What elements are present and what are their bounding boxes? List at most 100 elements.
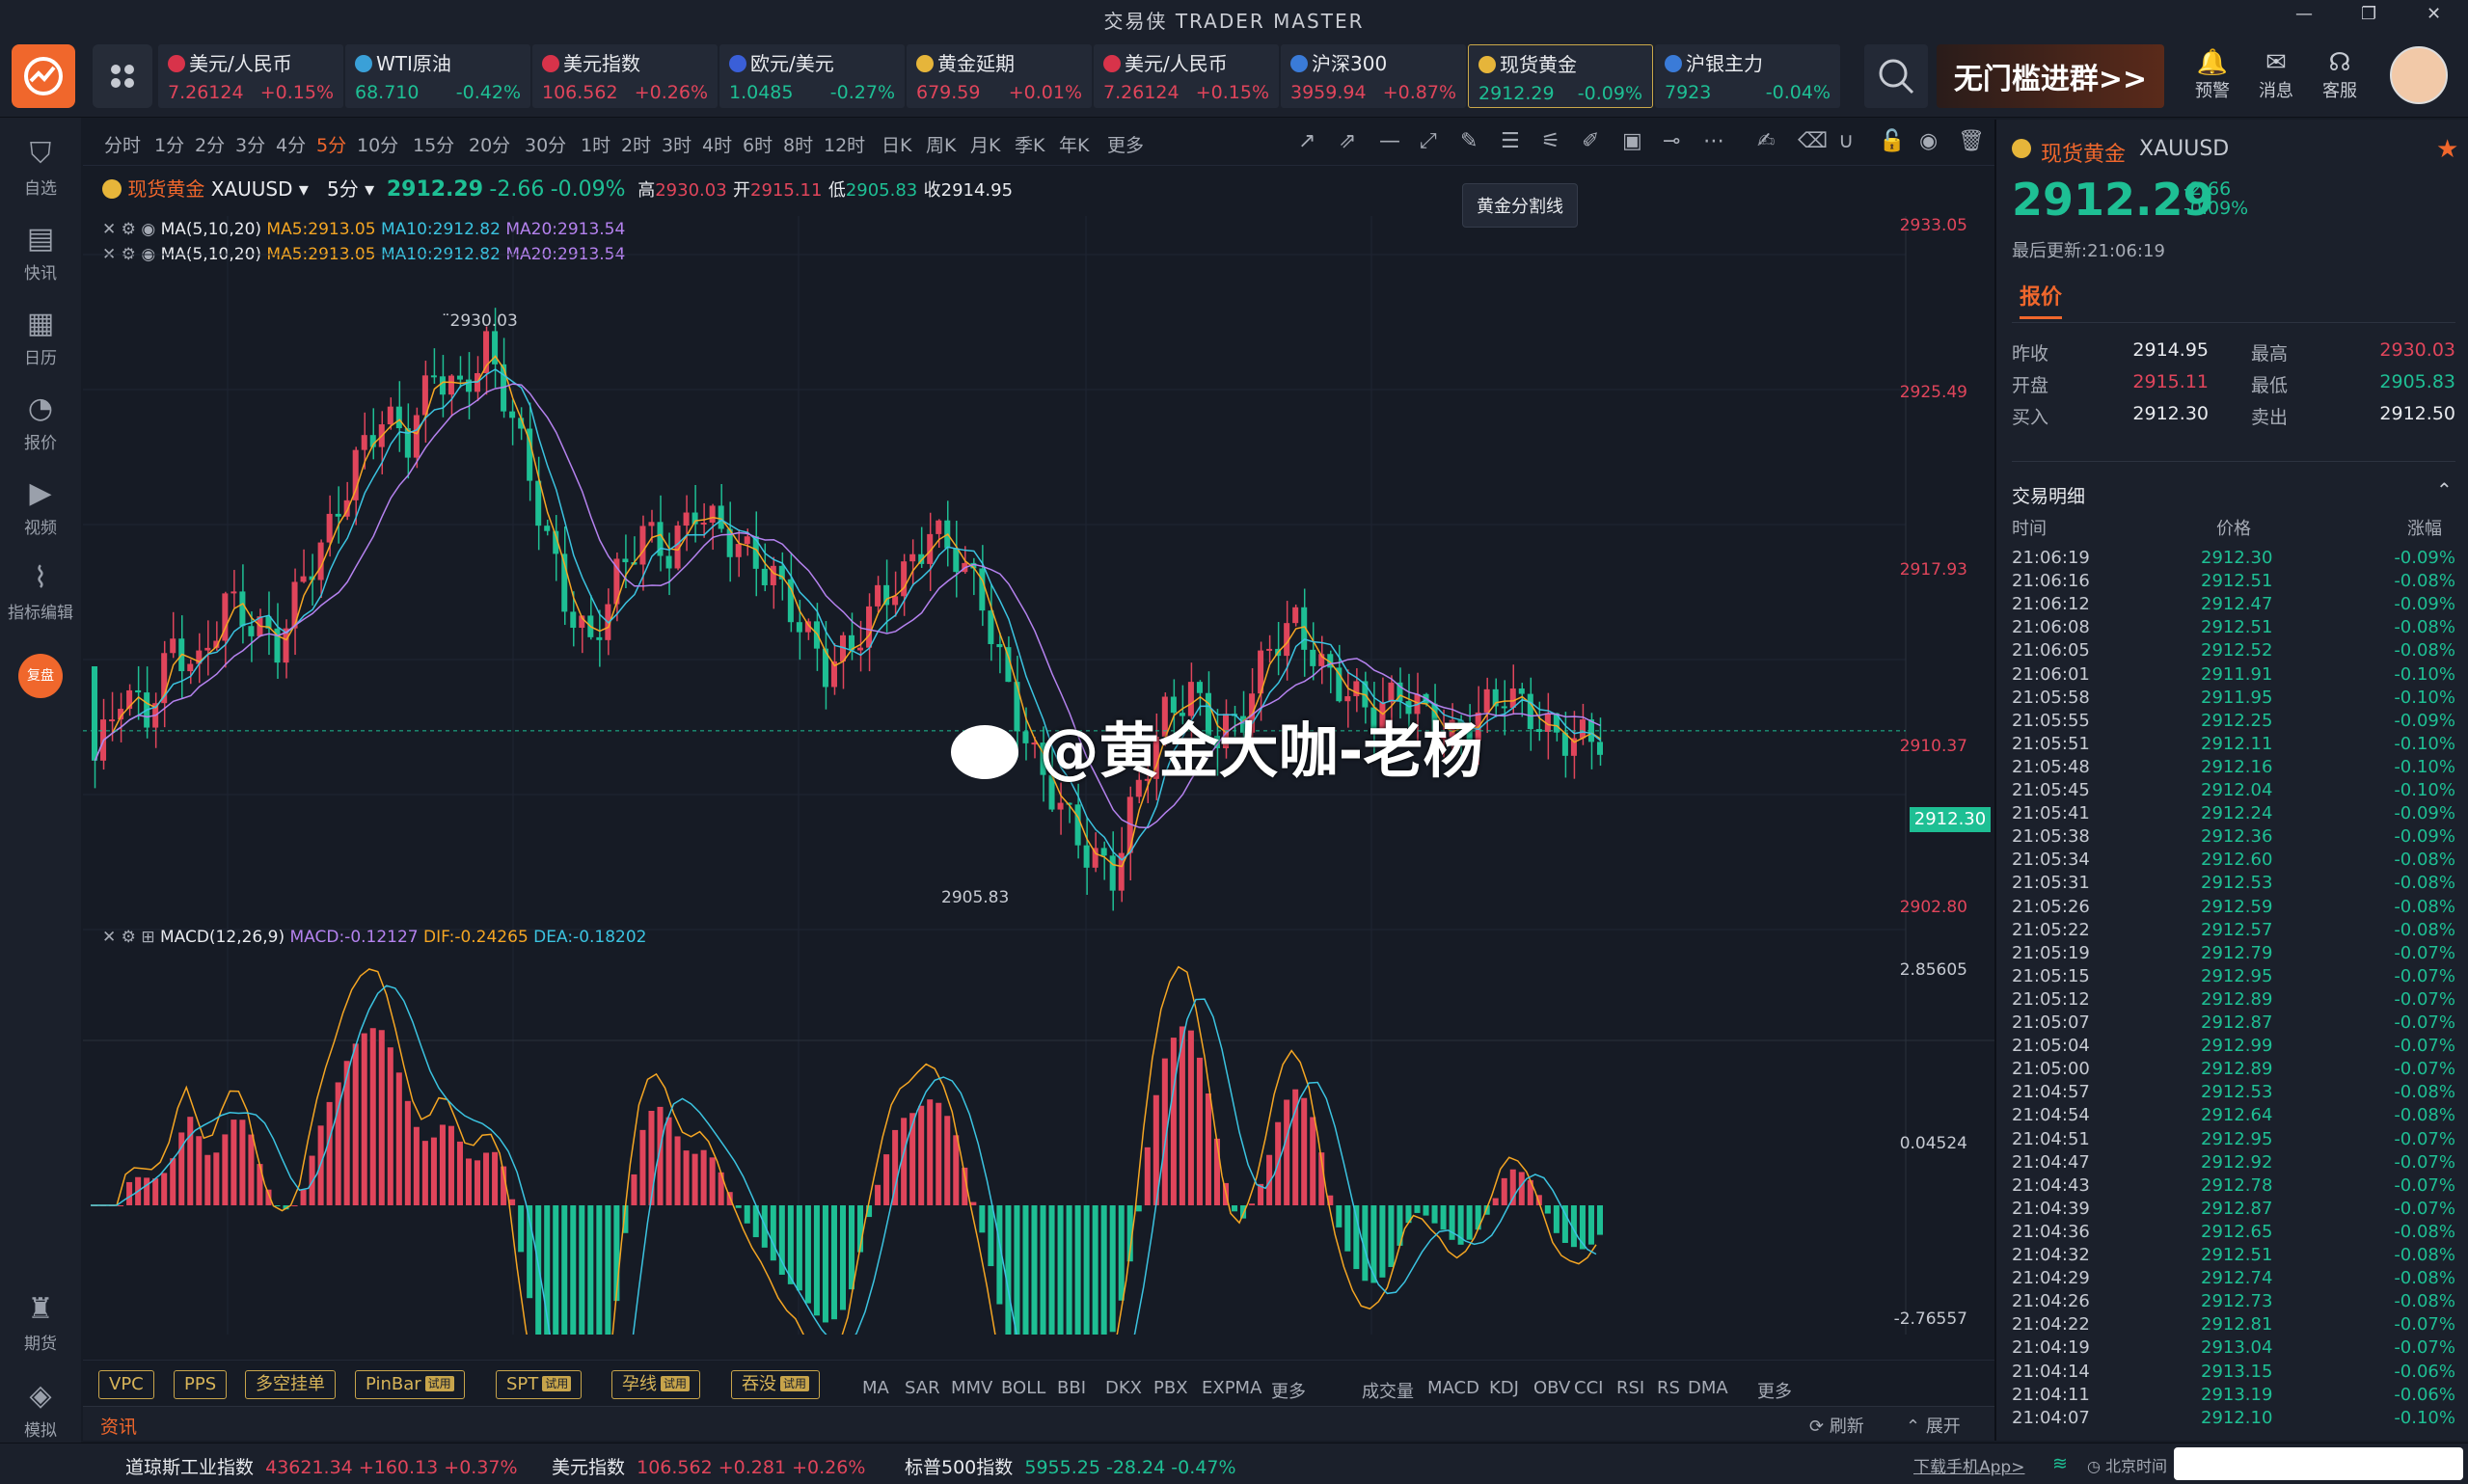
ticker-item[interactable]: 美元/人民币 7.26124 +0.15%: [1094, 44, 1279, 108]
segment-tool-icon[interactable]: ⤢: [1420, 129, 1437, 153]
ray-tool-icon[interactable]: ⇗: [1339, 129, 1356, 153]
period-button[interactable]: 8时: [783, 131, 813, 157]
join-group-banner[interactable]: 无门槛进群>>: [1937, 44, 2164, 108]
indicator-button[interactable]: 多空挂单: [245, 1370, 336, 1399]
close-icon[interactable]: ✕: [2427, 4, 2441, 24]
period-button[interactable]: 10分: [357, 131, 398, 157]
sub-indicator-option[interactable]: DMA: [1688, 1378, 1728, 1398]
alert-button[interactable]: 🔔 预警: [2183, 48, 2241, 102]
indicator-button[interactable]: SPT 试用: [496, 1370, 583, 1399]
period-button[interactable]: 12时: [824, 131, 865, 157]
main-indicator-option[interactable]: PBX: [1153, 1378, 1188, 1398]
trend-line-tool-icon[interactable]: ↗: [1298, 129, 1315, 153]
search-button[interactable]: [1864, 44, 1928, 108]
eraser-icon[interactable]: ⌫: [1798, 129, 1828, 153]
sub-indicator-option[interactable]: KDJ: [1489, 1378, 1519, 1398]
minimize-icon[interactable]: —: [2295, 4, 2313, 24]
main-indicator-option[interactable]: BOLL: [1001, 1378, 1045, 1398]
period-button[interactable]: 4分: [276, 131, 306, 157]
avatar[interactable]: [2390, 46, 2448, 104]
period-button[interactable]: 6时: [743, 131, 773, 157]
main-indicator-option[interactable]: MMV: [951, 1378, 992, 1398]
main-indicator-option[interactable]: EXPMA: [1202, 1378, 1261, 1398]
period-button[interactable]: 30分: [525, 131, 566, 157]
support-button[interactable]: ☊ 客服: [2311, 48, 2369, 102]
star-icon[interactable]: ★: [2436, 135, 2458, 164]
ticker-item[interactable]: 现货黄金 2912.29 -0.09%: [1468, 44, 1653, 108]
period-button[interactable]: 15分: [413, 131, 454, 157]
sidebar-item-quote[interactable]: ◔ 报价: [0, 391, 81, 453]
sidebar-item-futures[interactable]: ♜ 期货: [0, 1292, 81, 1354]
sub-indicator-option[interactable]: MACD: [1427, 1378, 1479, 1398]
indicator-button[interactable]: VPC: [98, 1370, 154, 1399]
indicator-button[interactable]: PinBar 试用: [355, 1370, 465, 1399]
download-app-link[interactable]: 下载手机App>: [1913, 1453, 2024, 1477]
refresh-button[interactable]: ⟳ 刷新: [1809, 1413, 1864, 1438]
horizontal-line-tool-icon[interactable]: —: [1379, 129, 1400, 153]
period-button[interactable]: 2分: [195, 131, 225, 157]
more-tools-icon[interactable]: ⋯: [1703, 129, 1724, 153]
magnet-icon[interactable]: ∪: [1838, 129, 1854, 153]
chevron-up-icon[interactable]: ⌃: [2436, 478, 2453, 501]
ime-toolbar[interactable]: [2174, 1447, 2463, 1480]
fan-tool-icon[interactable]: ⚟: [1541, 129, 1560, 153]
sidebar-item-watchlist[interactable]: ⛉ 自选: [0, 137, 81, 199]
period-button[interactable]: 年K: [1059, 131, 1089, 157]
ticker-item[interactable]: WTI原油 68.710 -0.42%: [345, 44, 530, 108]
main-indicator-option[interactable]: 更多: [1271, 1378, 1306, 1403]
message-button[interactable]: ✉ 消息: [2247, 48, 2305, 102]
trash-icon[interactable]: 🗑: [1958, 129, 1985, 153]
tab-quote[interactable]: 报价: [2020, 280, 2063, 319]
sidebar-item-video[interactable]: ▶ 视频: [0, 476, 81, 538]
pen-tool-icon[interactable]: ✎: [1460, 129, 1478, 153]
brush-tool-icon[interactable]: ✐: [1582, 129, 1599, 153]
sidebar-item-indicator-editor[interactable]: ⌇ 指标编辑: [0, 561, 81, 623]
period-button[interactable]: 月K: [970, 131, 1000, 157]
period-button[interactable]: 日K: [881, 131, 911, 157]
period-button[interactable]: 分时: [104, 131, 141, 157]
image-tool-icon[interactable]: ▣: [1622, 129, 1642, 153]
bottom-ticker-dxy[interactable]: 美元指数 106.562 +0.281 +0.26%: [552, 1453, 865, 1479]
sub-indicator-option[interactable]: CCI: [1574, 1378, 1603, 1398]
bottom-ticker-sp500[interactable]: 标普500指数 5955.25 -28.24 -0.47%: [905, 1453, 1236, 1479]
period-button[interactable]: 周K: [926, 131, 956, 157]
sidebar-item-calendar[interactable]: ▦ 日历: [0, 307, 81, 368]
bottom-ticker-dow[interactable]: 道琼斯工业指数 43621.34 +160.13 +0.37%: [125, 1453, 518, 1479]
settings-icon[interactable]: ⚙: [122, 928, 136, 947]
app-logo[interactable]: [12, 44, 75, 108]
close-icon[interactable]: ✕: [102, 928, 116, 947]
indicator-button[interactable]: 吞没 试用: [731, 1370, 821, 1399]
period-button[interactable]: 季K: [1015, 131, 1044, 157]
main-indicator-option[interactable]: BBI: [1057, 1378, 1086, 1398]
ticker-item[interactable]: 美元/人民币 7.26124 +0.15%: [158, 44, 343, 108]
period-button[interactable]: 2时: [621, 131, 651, 157]
ticker-item[interactable]: 沪深300 3959.94 +0.87%: [1281, 44, 1466, 108]
indicator-button[interactable]: PPS: [174, 1370, 228, 1399]
period-button[interactable]: 5分: [316, 131, 346, 157]
price-line-tool-icon[interactable]: ⊸: [1663, 129, 1680, 153]
ticker-item[interactable]: 沪银主力 7923 -0.04%: [1655, 44, 1840, 108]
maximize-icon[interactable]: ❐: [2361, 4, 2376, 24]
indicator-button[interactable]: 孕线 试用: [611, 1370, 701, 1399]
news-label[interactable]: 资讯: [100, 1413, 137, 1439]
period-button[interactable]: 3时: [662, 131, 692, 157]
sub-indicator-option[interactable]: 更多: [1757, 1378, 1792, 1403]
period-button[interactable]: 1时: [581, 131, 610, 157]
sub-indicator-option[interactable]: OBV: [1533, 1378, 1570, 1398]
eye-icon[interactable]: ◉: [1919, 129, 1938, 153]
fibonacci-tool-icon[interactable]: ☰: [1501, 129, 1520, 153]
sub-indicator-option[interactable]: RSI: [1616, 1378, 1644, 1398]
period-button[interactable]: 3分: [235, 131, 265, 157]
main-indicator-option[interactable]: SAR: [905, 1378, 940, 1398]
sidebar-item-replay[interactable]: 复盘: [0, 654, 81, 698]
ticker-item[interactable]: 美元指数 106.562 +0.26%: [532, 44, 718, 108]
period-button[interactable]: 20分: [469, 131, 510, 157]
edit-icon[interactable]: ✍: [1757, 129, 1775, 153]
expand-button[interactable]: ⌃ 展开: [1906, 1413, 1961, 1438]
add-icon[interactable]: ⊞: [141, 928, 154, 947]
main-indicator-option[interactable]: MA: [862, 1378, 889, 1398]
lock-icon[interactable]: 🔓: [1879, 129, 1905, 153]
main-indicator-option[interactable]: DKX: [1105, 1378, 1142, 1398]
period-button[interactable]: 1分: [154, 131, 184, 157]
apps-grid-button[interactable]: [93, 44, 152, 108]
